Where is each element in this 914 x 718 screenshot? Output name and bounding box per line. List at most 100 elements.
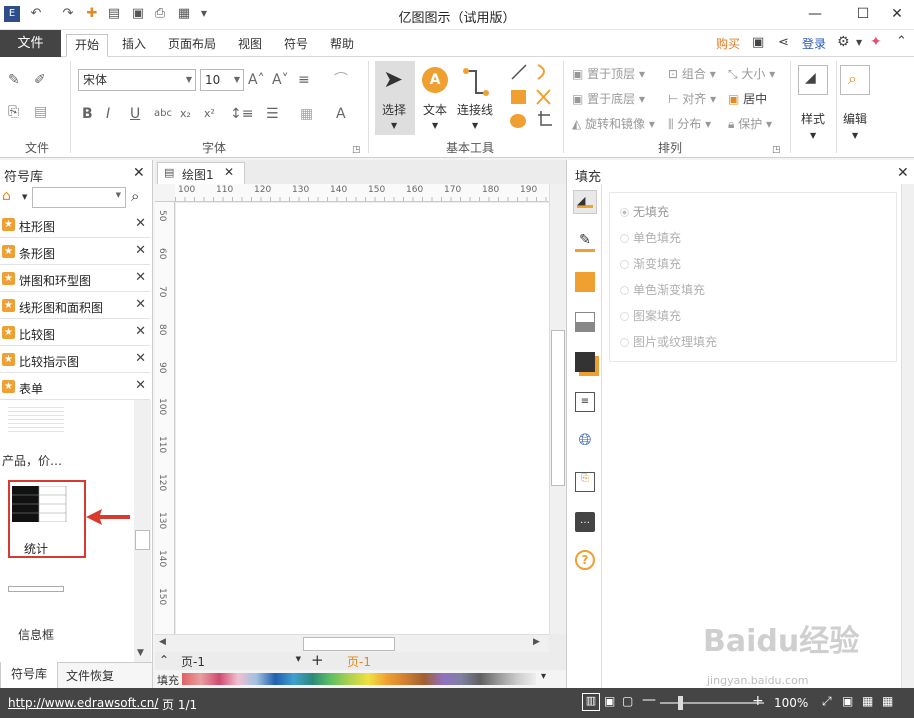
account-icon[interactable]: ▣ xyxy=(752,35,764,50)
zoom-out-icon[interactable]: — xyxy=(642,692,656,708)
library-item[interactable]: ★ 条形图 ✕ xyxy=(0,240,150,265)
tab-symbol[interactable]: 符号 xyxy=(276,34,316,57)
superscript-icon[interactable]: x² xyxy=(204,105,215,123)
properties-tab-icon[interactable]: ≡ xyxy=(575,392,595,412)
bold-icon[interactable]: B xyxy=(82,105,93,123)
ribbon-collapse-icon[interactable]: ⌃ xyxy=(896,34,907,49)
library-item[interactable]: ★ 线形图和面积图 ✕ xyxy=(0,294,150,319)
chevron-down-icon[interactable]: ▼ xyxy=(137,648,144,658)
arrange-dialog-launcher-icon[interactable]: ◳ xyxy=(772,141,781,159)
tab-help[interactable]: 帮助 xyxy=(322,34,362,57)
view-mode-icon[interactable]: ▥ xyxy=(582,693,600,711)
strikethrough-icon[interactable]: abc xyxy=(154,105,172,123)
effects-tab-icon[interactable] xyxy=(575,352,595,372)
grid-icon[interactable]: ▦ xyxy=(862,694,873,708)
library-item[interactable]: ★ 饼图和环型图 ✕ xyxy=(0,267,150,292)
maximize-icon[interactable]: ☐ xyxy=(848,3,878,25)
color-swatches[interactable] xyxy=(182,673,536,685)
fit-width-icon[interactable]: ⤢ xyxy=(822,694,832,709)
palette-more-icon[interactable]: ▾ xyxy=(541,671,546,682)
minimize-icon[interactable]: — xyxy=(800,3,830,25)
website-link[interactable]: http://www.edrawsoft.cn/ xyxy=(8,696,158,710)
tab-view[interactable]: 视图 xyxy=(230,34,270,57)
close-window-icon[interactable]: ✕ xyxy=(882,3,912,25)
tab-page-layout[interactable]: 页面布局 xyxy=(162,34,222,57)
fit-page-icon[interactable]: ▣ xyxy=(604,694,615,708)
full-screen-icon[interactable]: ▢ xyxy=(622,694,633,708)
close-icon[interactable]: ✕ xyxy=(135,270,146,285)
fill-option-pattern[interactable]: 图案填充 xyxy=(620,307,681,324)
vertical-scrollbar[interactable] xyxy=(549,184,566,634)
statistics-shape[interactable]: 统计 xyxy=(8,480,86,558)
tab-symbol-library[interactable]: 符号库 xyxy=(0,662,58,689)
horizontal-scrollbar[interactable]: ◀ ▶ xyxy=(155,634,549,652)
drawing-canvas[interactable] xyxy=(176,203,549,634)
shadow-tab-icon[interactable] xyxy=(575,272,595,292)
hyperlink-tab-icon[interactable]: 🌐︎ xyxy=(575,430,595,450)
tab-file-recovery[interactable]: 文件恢复 xyxy=(66,667,114,684)
attachment-tab-icon[interactable]: ⎘ xyxy=(575,472,595,492)
font-size-combo[interactable]: 10 ▼ xyxy=(200,69,244,91)
font-name-combo[interactable]: 宋体 ▼ xyxy=(78,69,196,91)
format-painter-icon[interactable]: ✎ xyxy=(8,71,20,89)
fill-option-gradient[interactable]: 渐变填充 xyxy=(620,255,681,272)
font-color-icon[interactable]: A xyxy=(336,105,346,123)
library-item[interactable]: ★ 比较指示图 ✕ xyxy=(0,348,150,373)
group-button[interactable]: ⊡ 组合 ▾ xyxy=(668,65,716,82)
italic-icon[interactable]: I xyxy=(106,105,110,123)
align-icon[interactable]: ≡ xyxy=(298,71,310,89)
close-icon[interactable]: ✕ xyxy=(135,243,146,258)
line-spacing-icon[interactable]: ↕≡ xyxy=(230,105,253,123)
fill-tab-icon[interactable]: ◢ xyxy=(573,190,597,214)
settings-dropdown-icon[interactable]: ▼ xyxy=(856,38,862,47)
app-store-icon[interactable]: ✦ xyxy=(870,34,882,50)
add-page-icon[interactable]: + xyxy=(311,651,324,669)
fill-option-texture[interactable]: 图片或纹理填充 xyxy=(620,333,717,350)
bullets-icon[interactable]: ☰ xyxy=(266,105,279,123)
brush-icon[interactable]: ✐ xyxy=(34,71,46,89)
underline-icon[interactable]: U xyxy=(130,105,140,123)
share-icon[interactable]: ⋖ xyxy=(778,35,789,50)
edit-button[interactable]: ⌕ xyxy=(840,65,870,95)
chevron-up-icon[interactable]: ⌃ xyxy=(159,653,169,667)
fill-option-mono-gradient[interactable]: 单色渐变填充 xyxy=(620,281,705,298)
rotate-mirror-button[interactable]: ◭ 旋转和镜像 ▾ xyxy=(572,115,655,132)
scroll-left-icon[interactable]: ◀ xyxy=(159,637,166,647)
fill-option-solid[interactable]: 单色填充 xyxy=(620,229,681,246)
text-curve-icon[interactable]: ⌒ xyxy=(334,71,348,89)
help-icon[interactable]: ? xyxy=(575,550,595,570)
image-tab-icon[interactable] xyxy=(575,312,595,332)
page-view-icon[interactable]: ▦ xyxy=(882,694,893,708)
document-tab[interactable]: ▤ 绘图1 ✕ xyxy=(157,162,245,184)
library-scrollbar[interactable]: ▼ xyxy=(134,400,151,662)
buy-link[interactable]: 购买 xyxy=(716,35,740,52)
search-icon[interactable]: ⌕ xyxy=(131,187,139,205)
library-item[interactable]: ★ 比较图 ✕ xyxy=(0,321,150,346)
close-icon[interactable]: ✕ xyxy=(135,378,146,393)
font-dialog-launcher-icon[interactable]: ◳ xyxy=(352,141,361,159)
zoom-slider-thumb[interactable] xyxy=(678,696,683,710)
fit-window-icon[interactable]: ▣ xyxy=(842,694,853,708)
subscript-icon[interactable]: x₂ xyxy=(180,105,191,123)
zoom-in-icon[interactable]: + xyxy=(752,693,764,709)
size-button[interactable]: ⤡ 大小 ▾ xyxy=(728,65,775,82)
tab-insert[interactable]: 插入 xyxy=(114,34,154,57)
library-search-input[interactable]: ▼ xyxy=(32,187,126,208)
page-tab[interactable]: 页-1 xyxy=(347,653,371,670)
close-icon[interactable]: ✕ xyxy=(135,351,146,366)
style-button[interactable]: ◢ xyxy=(798,65,828,95)
close-icon[interactable]: ✕ xyxy=(224,165,234,179)
login-link[interactable]: 登录 xyxy=(802,35,826,52)
scrollbar-thumb[interactable] xyxy=(135,530,150,550)
close-icon[interactable]: ✕ xyxy=(135,324,146,339)
send-to-back-button[interactable]: ▣ 置于底层 ▾ xyxy=(572,90,645,107)
close-icon[interactable]: ✕ xyxy=(133,165,145,181)
shape-thumbnail[interactable] xyxy=(8,586,64,592)
highlight-icon[interactable]: ▦ xyxy=(300,105,313,123)
text-tool-button[interactable]: A 文本 ▼ xyxy=(416,61,456,135)
center-button[interactable]: ▣ 居中 xyxy=(728,90,767,107)
copy-icon[interactable]: ⎘ xyxy=(8,103,19,121)
line-tab-icon[interactable]: ✎ xyxy=(575,232,595,252)
close-icon[interactable]: ✕ xyxy=(897,165,909,181)
shape-thumbnail[interactable] xyxy=(8,404,64,432)
